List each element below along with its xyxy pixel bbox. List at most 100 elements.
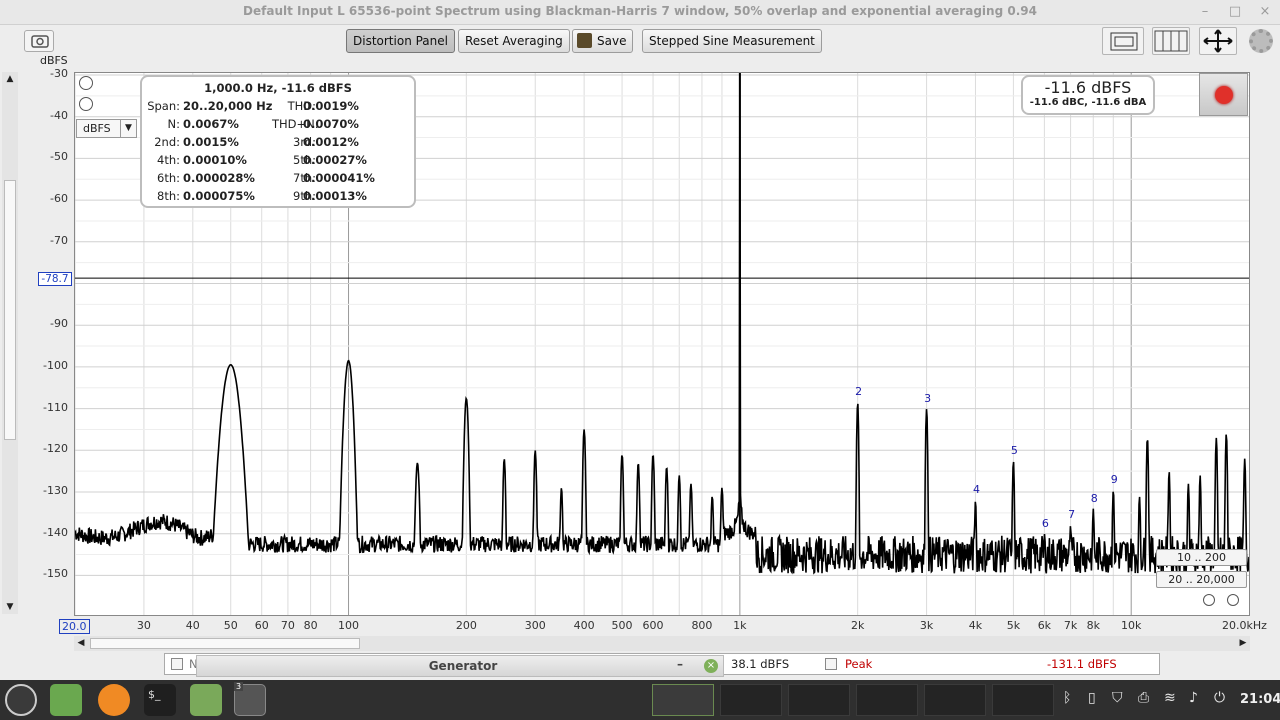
info-value: 0.0015% (183, 135, 239, 149)
x-tick-label: 10k (1121, 619, 1142, 632)
harmonic-marker: 6 (1041, 516, 1049, 530)
scroll-right-arrow-icon[interactable]: ▶ (1236, 636, 1250, 651)
snapshot-camera-icon[interactable] (24, 30, 54, 52)
info-value: 20..20,000 Hz (183, 99, 273, 113)
bluetooth-icon[interactable]: ᛒ (1063, 690, 1071, 706)
harmonic-marker: 2 (855, 385, 863, 399)
y-tick-label: -140 (43, 525, 68, 539)
zoom-out-icon[interactable] (79, 97, 93, 111)
y-axis-unit: dBFS (40, 54, 68, 67)
info-value: 0.000075% (183, 189, 255, 203)
legend-value-1: 38.1 dBFS (731, 657, 790, 671)
y-tick-label: -60 (50, 192, 68, 206)
info-value: 0.0012% (303, 135, 359, 149)
workspace-6[interactable] (992, 684, 1054, 716)
x-range-preset-button[interactable]: 20 .. 20,000 (1156, 571, 1247, 588)
power-icon[interactable]: ⏻ (1214, 690, 1225, 706)
x-zoom-in-icon[interactable] (1227, 594, 1239, 606)
info-value: 0.0019% (303, 99, 359, 113)
workspace-2[interactable] (720, 684, 782, 716)
workspace-5[interactable] (924, 684, 986, 716)
x-tick-label: 3k (919, 619, 934, 632)
peak-checkbox[interactable] (825, 658, 837, 670)
distortion-panel-button[interactable]: Distortion Panel (346, 29, 455, 53)
settings-gear-icon[interactable] (1249, 29, 1273, 53)
workspace-3[interactable] (788, 684, 850, 716)
mint-menu-icon[interactable] (5, 684, 37, 716)
layout-view-icon[interactable] (1102, 27, 1144, 55)
x-tick-label: 6k (1037, 619, 1052, 632)
generator-window[interactable]: Generator – × (196, 655, 724, 677)
level-sub: -11.6 dBC, -11.6 dBA (1029, 97, 1147, 108)
info-label: 4th: (157, 153, 180, 167)
y-tick-label: -110 (43, 400, 68, 414)
harmonic-marker: 3 (924, 391, 932, 405)
terminal-icon[interactable]: $_ (144, 684, 176, 716)
toolbar (0, 25, 1280, 69)
info-value: 0.00010% (183, 153, 247, 167)
printer-icon[interactable]: ⎙ (1138, 690, 1149, 706)
save-label: Save (597, 34, 627, 48)
window-title: Default Input L 65536-point Spectrum usi… (243, 4, 1037, 18)
x-tick-label: 600 (642, 619, 664, 632)
workspace-1[interactable] (652, 684, 714, 716)
save-button[interactable]: Save (572, 29, 634, 53)
y-tick-label: -50 (50, 150, 68, 164)
unit-select[interactable]: dBFS ▼ (76, 119, 137, 138)
window-count-badge: 3 (234, 682, 244, 691)
info-label: 2nd: (154, 135, 180, 149)
clipboard-icon[interactable]: ▯ (1088, 690, 1096, 706)
firefox-icon[interactable] (98, 684, 130, 716)
x-zoom-out-icon[interactable] (1203, 594, 1215, 606)
clock: 21:04 (1240, 692, 1280, 707)
horizontal-scroll-thumb[interactable] (90, 638, 360, 649)
maximize-button[interactable]: □ (1226, 3, 1244, 21)
x-tick-label: 1k (733, 619, 747, 632)
scroll-down-arrow-icon[interactable]: ▼ (2, 600, 18, 614)
scroll-left-arrow-icon[interactable]: ◀ (74, 636, 88, 651)
volume-icon[interactable]: ♪ (1189, 690, 1198, 706)
harmonic-marker: 8 (1090, 491, 1098, 505)
record-button[interactable] (1199, 73, 1248, 116)
peak-label: Peak (845, 657, 873, 671)
x-tick-label: 30 (136, 619, 151, 632)
zoom-in-icon[interactable] (79, 76, 93, 90)
shield-icon[interactable]: ⛉ (1112, 690, 1123, 706)
vertical-scrollbar[interactable]: ▲ ▼ (2, 72, 18, 614)
x-tick-label: 7k (1063, 619, 1078, 632)
info-label: 8th: (157, 189, 180, 203)
info-header: 1,000.0 Hz, -11.6 dBFS (204, 81, 352, 95)
stepped-sine-button[interactable]: Stepped Sine Measurement (642, 29, 822, 53)
reset-averaging-button[interactable]: Reset Averaging (458, 29, 570, 53)
scroll-up-arrow-icon[interactable]: ▲ (2, 72, 18, 86)
wifi-icon[interactable]: ≋ (1164, 690, 1176, 706)
x-tick-label: 4k (968, 619, 983, 632)
horizontal-scrollbar[interactable]: ◀ ▶ (74, 636, 1250, 651)
generator-close-icon[interactable]: × (704, 659, 718, 673)
y-tick-label: -120 (43, 442, 68, 456)
save-icon (577, 33, 592, 48)
workspace-4[interactable] (856, 684, 918, 716)
x-tick-label: 50 (223, 619, 238, 632)
info-value: 0.0067% (183, 117, 239, 131)
minimize-button[interactable]: – (1196, 3, 1214, 21)
columns-view-icon[interactable] (1152, 27, 1190, 55)
legend-checkbox-1[interactable] (171, 658, 183, 670)
vertical-scroll-thumb[interactable] (4, 180, 16, 440)
generator-minimize-button[interactable]: – (677, 657, 683, 671)
fit-view-arrows-icon[interactable] (1199, 27, 1237, 55)
harmonic-marker: 5 (1010, 443, 1018, 457)
x-tick-label: 20.0 (59, 619, 90, 634)
y-range-preset-button[interactable]: 10 .. 200 (1156, 549, 1247, 566)
y-tick-label: -90 (50, 317, 68, 331)
y-tick-label: -130 (43, 484, 68, 497)
close-button[interactable]: × (1256, 3, 1274, 21)
x-tick-label: 60 (254, 619, 269, 632)
distortion-info-panel: 1,000.0 Hz, -11.6 dBFS Span: 20..20,000 H… (140, 75, 416, 208)
show-desktop-icon[interactable] (50, 684, 82, 716)
x-tick-label: 8k (1086, 619, 1100, 632)
info-value: 0.00013% (303, 189, 367, 203)
x-tick-label: 300 (524, 619, 546, 632)
info-value: 0.000041% (303, 171, 375, 185)
files-icon[interactable] (190, 684, 222, 716)
